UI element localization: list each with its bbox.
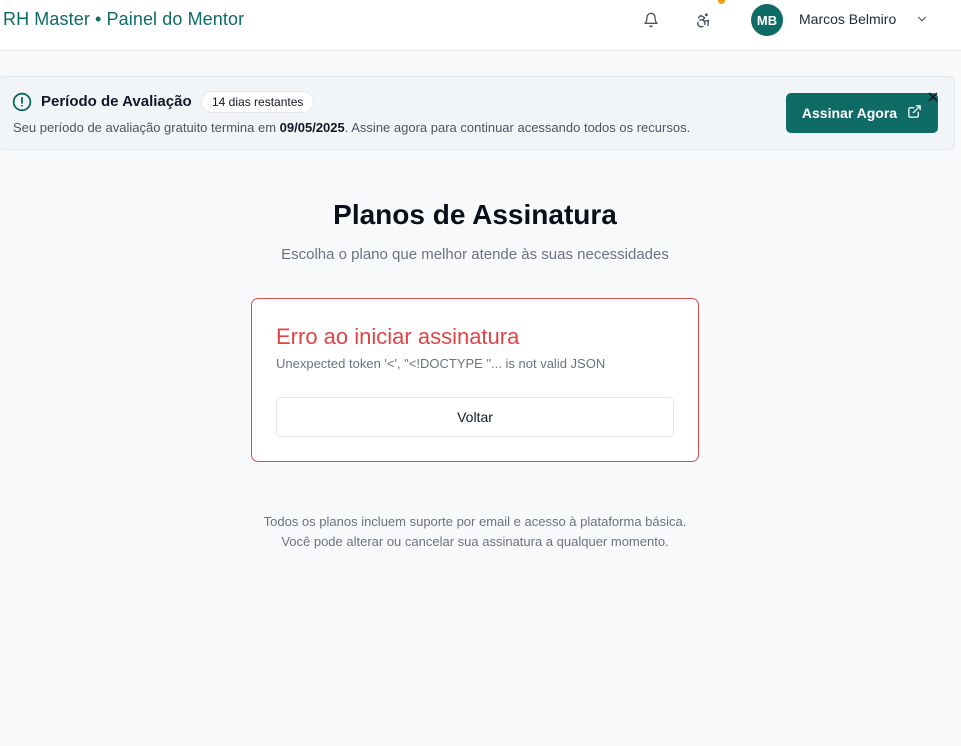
close-icon[interactable] — [927, 90, 939, 108]
banner-message-prefix: Seu período de avaliação gratuito termin… — [13, 120, 280, 135]
error-card: Erro ao iniciar assinatura Unexpected to… — [251, 298, 699, 462]
error-title: Erro ao iniciar assinatura — [276, 324, 520, 349]
subscribe-now-button[interactable]: Assinar Agora — [786, 93, 938, 133]
alert-circle-icon — [12, 92, 32, 117]
footnote-line-1: Todos os planos incluem suporte por emai… — [263, 514, 687, 529]
bell-icon[interactable] — [641, 10, 661, 30]
top-header: RH Master • Painel do Mentor MB Marcos B… — [0, 0, 961, 51]
footnote-line-2: Você pode alterar ou cancelar sua assina… — [281, 534, 669, 549]
avatar[interactable]: MB — [751, 4, 783, 36]
notification-dot — [718, 0, 725, 4]
back-button[interactable]: Voltar — [276, 397, 674, 437]
banner-message-suffix: . Assine agora para continuar acessando … — [344, 120, 691, 135]
chevron-down-icon[interactable] — [915, 12, 929, 31]
trial-end-date: 09/05/2025 — [279, 120, 345, 135]
subscribe-now-label: Assinar Agora — [801, 105, 898, 121]
error-message: Unexpected token '<', "<!DOCTYPE "... is… — [276, 356, 606, 371]
trial-banner: Período de Avaliação 14 dias restantes S… — [0, 76, 955, 150]
days-remaining-badge: 14 dias restantes — [201, 91, 315, 113]
page-subtitle: Escolha o plano que melhor atende às sua… — [281, 246, 669, 263]
app-title: RH Master • Painel do Mentor — [3, 9, 245, 29]
user-name[interactable]: Marcos Belmiro — [799, 11, 896, 27]
plans-footnote: Todos os planos incluem suporte por emai… — [0, 512, 950, 552]
accessibility-icon[interactable] — [693, 10, 713, 30]
page-title: Planos de Assinatura — [333, 199, 617, 230]
banner-message: Seu período de avaliação gratuito termin… — [13, 120, 690, 135]
banner-title: Período de Avaliação — [41, 93, 192, 110]
external-link-icon — [907, 104, 922, 122]
